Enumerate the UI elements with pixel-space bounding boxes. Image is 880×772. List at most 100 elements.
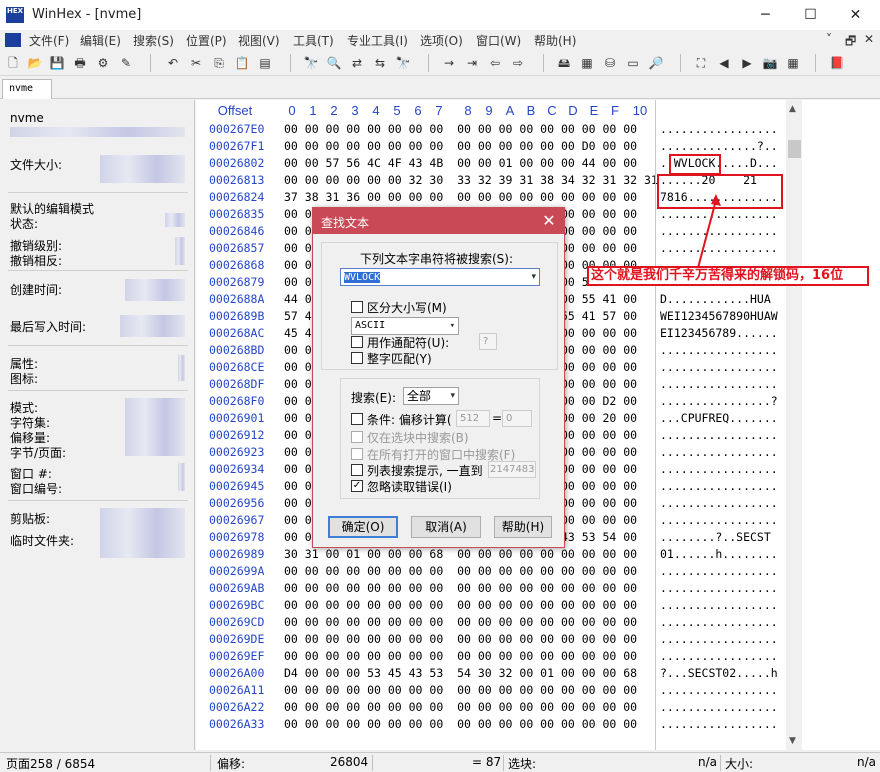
hex-row-ascii[interactable]: .................: [660, 615, 778, 629]
search-text-input[interactable]: WVLOCK ▾: [340, 268, 540, 286]
hex-row-ascii[interactable]: WEI1234567890HUAW: [660, 309, 778, 323]
hex-row-bytes[interactable]: 00 00 00 00 00 00 00 00 00 00 00 00 00 0…: [284, 700, 637, 714]
hex-row-bytes[interactable]: 00 00 00 00 00 00 00 00 00 00 00 00 00 0…: [284, 717, 637, 731]
open-disk-icon[interactable]: 🖴: [555, 54, 573, 72]
hex-row[interactable]: 00026A11 00 00 00 00 00 00 00 00 00 00 00…: [196, 683, 786, 700]
hex-row-ascii[interactable]: .................: [660, 581, 778, 595]
hex-row-bytes[interactable]: 00 00 00 00 00 00 00 00 00 00 00 00 00 0…: [284, 649, 637, 663]
copy-icon[interactable]: ⎘: [210, 54, 228, 72]
write-block-icon[interactable]: ▤: [256, 54, 274, 72]
hex-row[interactable]: 000269BC 00 00 00 00 00 00 00 00 00 00 00…: [196, 598, 786, 615]
hex-row-ascii[interactable]: .................: [660, 717, 778, 731]
menu-position[interactable]: 位置(P): [186, 32, 227, 49]
hex-row-bytes[interactable]: 00 00 00 00 00 00 32 30 33 32 39 31 38 3…: [284, 173, 658, 187]
hex-row-ascii[interactable]: D............HUA: [660, 292, 771, 306]
paste-icon[interactable]: 📋: [233, 54, 251, 72]
scroll-up-icon[interactable]: ▲: [789, 104, 796, 114]
mdi-close-button[interactable]: ✕: [864, 32, 874, 46]
cut-icon[interactable]: ✂: [187, 54, 205, 72]
calculator-icon[interactable]: ▭: [624, 54, 642, 72]
hex-row[interactable]: 000269DE 00 00 00 00 00 00 00 00 00 00 00…: [196, 632, 786, 649]
chevron-down-icon[interactable]: ▾: [531, 269, 536, 285]
list-hits-max-input[interactable]: 2147483: [488, 461, 536, 478]
close-button[interactable]: ✕: [833, 0, 878, 30]
hex-row[interactable]: 00026A22 00 00 00 00 00 00 00 00 00 00 00…: [196, 700, 786, 717]
hex-row-bytes[interactable]: 37 38 31 36 00 00 00 00 00 00 00 00 00 0…: [284, 190, 637, 204]
forward-icon[interactable]: ⇨: [509, 54, 527, 72]
print-icon[interactable]: 🖶: [71, 54, 89, 72]
prev-icon[interactable]: ◀: [715, 54, 733, 72]
cancel-button[interactable]: 取消(A): [411, 516, 481, 538]
vertical-scrollbar[interactable]: [787, 100, 802, 750]
properties-icon[interactable]: ⚙: [94, 54, 112, 72]
hex-row[interactable]: 000267E0 00 00 00 00 00 00 00 00 00 00 00…: [196, 122, 786, 139]
all-windows-checkbox[interactable]: [351, 448, 363, 460]
open-file-icon[interactable]: 📂: [26, 54, 44, 72]
undo-icon[interactable]: ↶: [164, 54, 182, 72]
hex-row-ascii[interactable]: ...CPUFREQ.......: [660, 411, 778, 425]
hex-row-bytes[interactable]: 00 00 00 00 00 00 00 00 00 00 00 00 00 0…: [284, 139, 637, 153]
menu-pro-tools[interactable]: 专业工具(I): [347, 32, 408, 49]
hex-row-ascii[interactable]: .................: [660, 479, 778, 493]
hex-row-bytes[interactable]: 00 00 00 00 00 00 00 00 00 00 00 00 00 0…: [284, 122, 637, 136]
help-book-icon[interactable]: 📕: [828, 54, 846, 72]
hex-row-bytes[interactable]: 00 00 57 56 4C 4F 43 4B 00 00 01 00 00 0…: [284, 156, 637, 170]
hex-row-ascii[interactable]: ........?..SECST: [660, 530, 771, 544]
maximize-button[interactable]: ☐: [788, 0, 833, 30]
hex-row-ascii[interactable]: .................: [660, 513, 778, 527]
condition-modulo-input[interactable]: 512: [456, 410, 490, 427]
save-icon[interactable]: 💾: [48, 54, 66, 72]
help-button[interactable]: 帮助(H): [494, 516, 552, 538]
hex-row-bytes[interactable]: 30 31 00 01 00 00 00 68 00 00 00 00 00 0…: [284, 547, 637, 561]
minimize-button[interactable]: ─: [743, 0, 788, 30]
hex-row-ascii[interactable]: EI123456789......: [660, 326, 778, 340]
menu-options[interactable]: 选项(O): [420, 32, 463, 49]
hex-row-ascii[interactable]: .................: [660, 377, 778, 391]
hex-row[interactable]: 00026A00 D4 00 00 00 53 45 43 53 54 30 32…: [196, 666, 786, 683]
hex-row-ascii[interactable]: .................: [660, 122, 778, 136]
hex-row-ascii[interactable]: .................: [660, 496, 778, 510]
ignore-errors-checkbox[interactable]: ✓: [351, 480, 363, 492]
hex-row-bytes[interactable]: 00 00 00 00 00 00 00 00 00 00 00 00 00 0…: [284, 564, 637, 578]
hex-row-ascii[interactable]: .................: [660, 445, 778, 459]
hex-row-ascii[interactable]: .................: [660, 598, 778, 612]
next-icon[interactable]: ▶: [738, 54, 756, 72]
hex-row-bytes[interactable]: D4 00 00 00 53 45 43 53 54 30 32 00 01 0…: [284, 666, 637, 680]
find-again-icon[interactable]: 🔭: [394, 54, 412, 72]
list-hits-checkbox[interactable]: [351, 464, 363, 476]
hex-row-bytes[interactable]: 00 00 00 00 00 00 00 00 00 00 00 00 00 0…: [284, 598, 637, 612]
back-icon[interactable]: ⇦: [486, 54, 504, 72]
search-scope-select[interactable]: 全部 ▾: [403, 387, 459, 405]
tab-nvme[interactable]: nvme: [2, 79, 52, 99]
condition-remainder-input[interactable]: 0: [502, 410, 532, 427]
hex-row-ascii[interactable]: 01......h........: [660, 547, 778, 561]
hex-row-bytes[interactable]: 00 00 00 00 00 00 00 00 00 00 00 00 00 0…: [284, 632, 637, 646]
scroll-thumb[interactable]: [788, 140, 801, 158]
hex-row[interactable]: 000269CD 00 00 00 00 00 00 00 00 00 00 00…: [196, 615, 786, 632]
hex-row-ascii[interactable]: .................: [660, 683, 778, 697]
hex-row-bytes[interactable]: 00 00 00 00 00 00 00 00 00 00 00 00 00 0…: [284, 615, 637, 629]
replace-text-icon[interactable]: ⇄: [348, 54, 366, 72]
grid-icon[interactable]: ▦: [784, 54, 802, 72]
goto-sector-icon[interactable]: ⇥: [463, 54, 481, 72]
menu-file[interactable]: 文件(F): [29, 32, 69, 49]
hex-row-ascii[interactable]: .................: [660, 343, 778, 357]
mdi-minimize-button[interactable]: ˅: [826, 32, 832, 46]
menu-edit[interactable]: 编辑(E): [80, 32, 121, 49]
menu-view[interactable]: 视图(V): [238, 32, 280, 49]
replace-hex-icon[interactable]: ⇆: [371, 54, 389, 72]
hex-row-ascii[interactable]: .................: [660, 428, 778, 442]
scroll-down-icon[interactable]: ▼: [789, 736, 796, 746]
menu-help[interactable]: 帮助(H): [534, 32, 576, 49]
hex-row[interactable]: 000269AB 00 00 00 00 00 00 00 00 00 00 00…: [196, 581, 786, 598]
hex-row-ascii[interactable]: ?...SECST02.....h: [660, 666, 778, 680]
hex-row[interactable]: 000269EF 00 00 00 00 00 00 00 00 00 00 00…: [196, 649, 786, 666]
menu-window[interactable]: 窗口(W): [476, 32, 521, 49]
hex-row-ascii[interactable]: ..............?..: [660, 139, 778, 153]
hex-row-bytes[interactable]: 00 00 00 00 00 00 00 00 00 00 00 00 00 0…: [284, 683, 637, 697]
hex-row-ascii[interactable]: .................: [660, 564, 778, 578]
hex-row-ascii[interactable]: .................: [660, 462, 778, 476]
open-ram-icon[interactable]: ▦: [578, 54, 596, 72]
dialog-close-icon[interactable]: ✕: [539, 211, 559, 231]
wildcard-checkbox[interactable]: [351, 336, 363, 348]
